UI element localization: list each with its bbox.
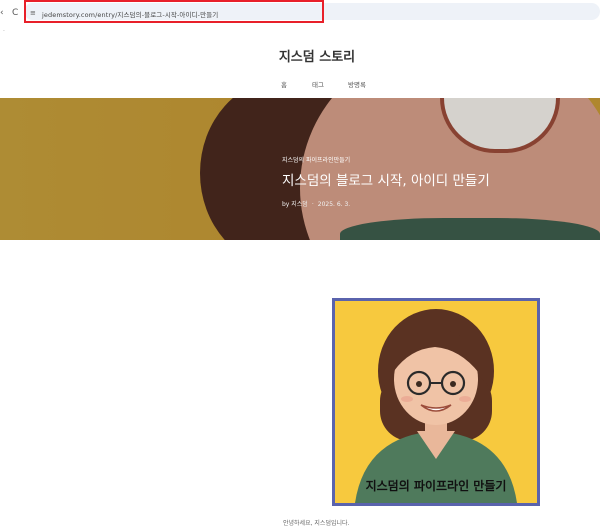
menu-guestbook[interactable]: 방명록 xyxy=(348,79,366,89)
browser-toolbar: ‹ C ≡ jedemstory.com/entry/지스덤의-블로그-시작-아… xyxy=(0,0,600,26)
post-category[interactable]: 지스덤의 파이프라인만들기 xyxy=(282,155,350,164)
post-meta: by 지스덤 · 2025. 6. 3. xyxy=(282,201,351,208)
hero-banner: 지스덤의 파이프라인만들기 지스덤의 블로그 시작, 아이디 만들기 by 지스… xyxy=(0,98,600,240)
back-icon[interactable]: ‹ xyxy=(0,8,4,18)
post-date: 2025. 6. 3. xyxy=(317,201,351,208)
character-illustration xyxy=(355,309,517,503)
left-edge-mark: · xyxy=(3,28,5,35)
address-highlight-box xyxy=(24,0,324,23)
post-title: 지스덤의 블로그 시작, 아이디 만들기 xyxy=(282,173,490,189)
post-thumbnail-card: 지스덤의 파이프라인 만들기 xyxy=(332,298,540,506)
post-author: by 지스덤 xyxy=(282,201,308,208)
reload-icon[interactable]: C xyxy=(12,8,18,18)
menu-home[interactable]: 홈 xyxy=(281,79,287,89)
menu-tag[interactable]: 태그 xyxy=(312,79,324,89)
blog-title[interactable]: 지스덤 스토리 xyxy=(0,46,600,65)
thumbnail-label: 지스덤의 파이프라인 만들기 xyxy=(365,479,507,493)
